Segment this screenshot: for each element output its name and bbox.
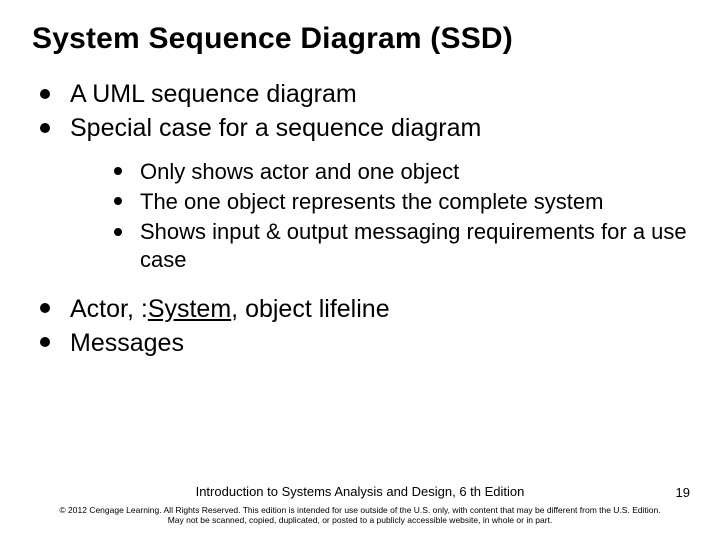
bullet-text-underlined: System (148, 295, 231, 323)
sub-bullet-list: Only shows actor and one object The one … (70, 158, 688, 275)
sub-bullet-item: Shows input & output messaging requireme… (110, 218, 688, 274)
slide-title: System Sequence Diagram (SSD) (32, 22, 688, 56)
bullet-text: Special case for a sequence diagram (70, 114, 481, 142)
slide-footer: Introduction to Systems Analysis and Des… (0, 484, 720, 526)
copyright-line-1: © 2012 Cengage Learning. All Rights Rese… (0, 505, 720, 516)
bullet-list: A UML sequence diagram Special case for … (32, 78, 688, 359)
book-title: Introduction to Systems Analysis and Des… (0, 484, 720, 499)
bullet-item: A UML sequence diagram (36, 78, 688, 110)
bullet-item: Actor, :System, object lifeline (36, 293, 688, 325)
bullet-text-suffix: , object lifeline (231, 295, 389, 323)
bullet-item: Special case for a sequence diagram Only… (36, 112, 688, 275)
slide: System Sequence Diagram (SSD) A UML sequ… (0, 0, 720, 540)
copyright-line-2: May not be scanned, copied, duplicated, … (0, 515, 720, 526)
sub-bullet-item: Only shows actor and one object (110, 158, 688, 186)
bullet-item: Messages (36, 327, 688, 359)
bullet-text-prefix: Actor, : (70, 295, 148, 323)
sub-bullet-item: The one object represents the complete s… (110, 188, 688, 216)
